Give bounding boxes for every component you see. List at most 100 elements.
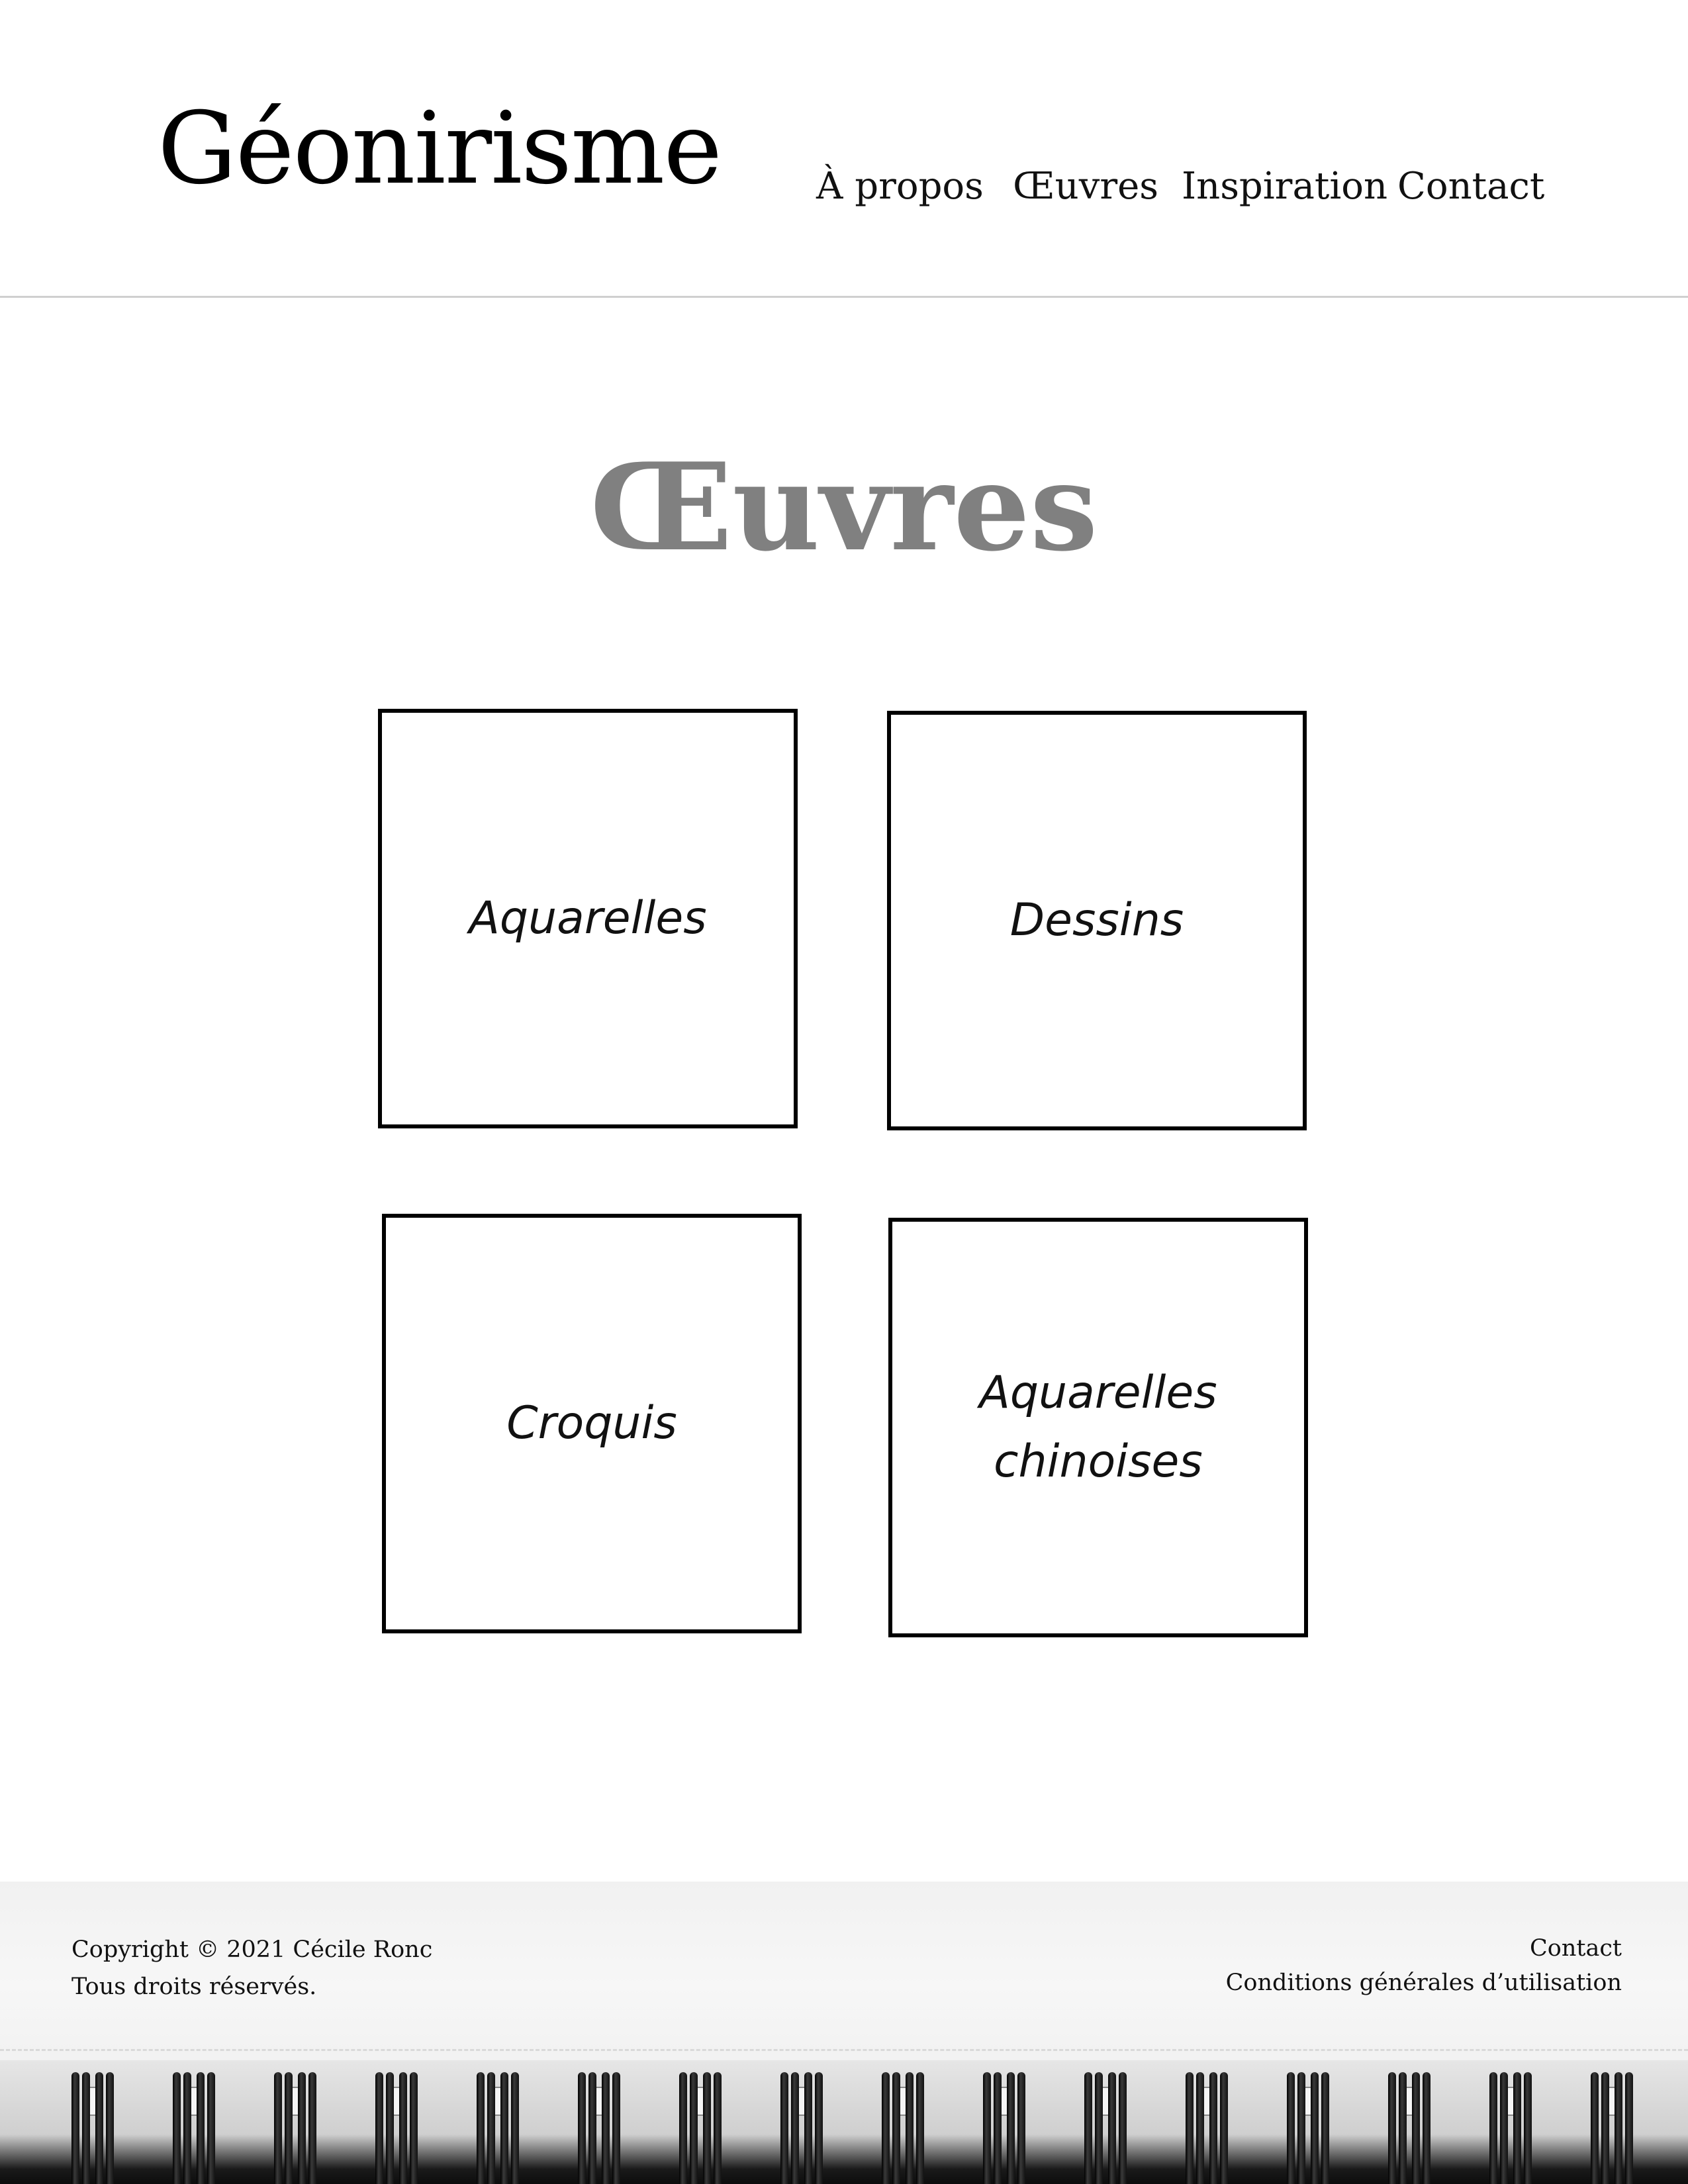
spiral-wire (983, 2072, 991, 2184)
spiral-ring (1287, 2072, 1331, 2184)
spiral-ring (1388, 2072, 1432, 2184)
spiral-ring (173, 2072, 216, 2184)
spiral-wire (916, 2072, 924, 2184)
spiral-wire (994, 2072, 1002, 2184)
spiral-wire (95, 2072, 103, 2184)
spiral-wire (1513, 2072, 1521, 2184)
spiral-wire (1108, 2072, 1116, 2184)
spiral-wire (71, 2072, 79, 2184)
nav-item-contact[interactable]: Contact (1397, 160, 1544, 213)
spiral-ring (983, 2072, 1027, 2184)
notebook-spiral-binding (0, 2060, 1688, 2184)
site-header: Géonirisme À propos Œuvres Inspiration C… (0, 0, 1688, 298)
spiral-ring (477, 2072, 520, 2184)
spiral-ring (780, 2072, 824, 2184)
nav-item-a-propos[interactable]: À propos (816, 160, 984, 213)
spiral-wire (386, 2072, 394, 2184)
spiral-wire (298, 2072, 306, 2184)
spiral-ring (1084, 2072, 1128, 2184)
spiral-ring (1489, 2072, 1533, 2184)
spiral-wire (375, 2072, 383, 2184)
spiral-wire (1423, 2072, 1430, 2184)
spiral-ring (1186, 2072, 1229, 2184)
spiral-wire (578, 2072, 586, 2184)
spiral-ring (1591, 2072, 1634, 2184)
card-label: Dessins (1009, 894, 1184, 946)
spiral-wire (882, 2072, 890, 2184)
footer-links: Contact Conditions générales d’utilisati… (1226, 1931, 1622, 2000)
spiral-wire (1625, 2072, 1633, 2184)
spiral-wire (1084, 2072, 1092, 2184)
card-aquarelles-chinoises[interactable]: Aquarelles chinoises (888, 1218, 1308, 1637)
card-label: Aquarelles (469, 892, 707, 944)
spiral-wire (612, 2072, 620, 2184)
card-aquarelles[interactable]: Aquarelles (378, 709, 798, 1128)
spiral-wire (1500, 2072, 1508, 2184)
spiral-wire (1388, 2072, 1396, 2184)
nav-item-oeuvres[interactable]: Œuvres (1013, 160, 1158, 213)
spiral-wire (714, 2072, 722, 2184)
site-footer: Copyright © 2021 Cécile Ronc Tous droits… (0, 1882, 1688, 2184)
spiral-ring (274, 2072, 318, 2184)
spiral-wire (183, 2072, 191, 2184)
spiral-wire (308, 2072, 316, 2184)
spiral-wire (1287, 2072, 1295, 2184)
footer-link-terms[interactable]: Conditions générales d’utilisation (1226, 1966, 1622, 2000)
spiral-wire (1119, 2072, 1127, 2184)
spiral-wire (1524, 2072, 1532, 2184)
spiral-wire (500, 2072, 508, 2184)
page: Géonirisme À propos Œuvres Inspiration C… (0, 0, 1688, 2184)
spiral-wire (906, 2072, 914, 2184)
card-dessins[interactable]: Dessins (887, 711, 1307, 1130)
spiral-wire (399, 2072, 407, 2184)
spiral-wire (804, 2072, 812, 2184)
paper-perforation (0, 2049, 1688, 2051)
nav-item-inspiration[interactable]: Inspiration (1182, 160, 1387, 213)
footer-rights: Tous droits réservés. (71, 1974, 317, 2000)
spiral-wire (487, 2072, 495, 2184)
spiral-wire (1489, 2072, 1497, 2184)
site-logo[interactable]: Géonirisme (158, 99, 722, 199)
page-title: Œuvres (590, 436, 1098, 578)
spiral-wire (410, 2072, 418, 2184)
spiral-wire (602, 2072, 610, 2184)
spiral-wire (1196, 2072, 1204, 2184)
spiral-ring (882, 2072, 925, 2184)
spiral-wire (1007, 2072, 1015, 2184)
spiral-wire (1095, 2072, 1103, 2184)
spiral-wire (1399, 2072, 1407, 2184)
card-croquis[interactable]: Croquis (382, 1214, 802, 1633)
spiral-wire (1321, 2072, 1329, 2184)
spiral-wire (815, 2072, 823, 2184)
spiral-wire (588, 2072, 596, 2184)
spiral-wire (690, 2072, 698, 2184)
spiral-wire (1615, 2072, 1622, 2184)
spiral-wire (173, 2072, 181, 2184)
spiral-wire (82, 2072, 90, 2184)
spiral-wire (1311, 2072, 1319, 2184)
spiral-wire (1220, 2072, 1228, 2184)
spiral-wire (207, 2072, 215, 2184)
spiral-ring (578, 2072, 622, 2184)
spiral-ring (679, 2072, 723, 2184)
spiral-wire (1297, 2072, 1305, 2184)
footer-copyright: Copyright © 2021 Cécile Ronc (71, 1936, 433, 1963)
spiral-wire (274, 2072, 282, 2184)
spiral-wire (703, 2072, 711, 2184)
spiral-wire (1412, 2072, 1420, 2184)
spiral-wire (780, 2072, 788, 2184)
footer-legal: Copyright © 2021 Cécile Ronc Tous droits… (71, 1931, 432, 2005)
spiral-wire (791, 2072, 799, 2184)
spiral-wire (285, 2072, 293, 2184)
spiral-wire (1017, 2072, 1025, 2184)
footer-link-contact[interactable]: Contact (1226, 1931, 1622, 1966)
spiral-wire (477, 2072, 485, 2184)
card-label: Aquarelles chinoises (979, 1367, 1217, 1488)
spiral-wire (1209, 2072, 1217, 2184)
spiral-ring (375, 2072, 419, 2184)
spiral-wire (1591, 2072, 1599, 2184)
spiral-wire (511, 2072, 519, 2184)
spiral-ring (71, 2072, 115, 2184)
spiral-wire (679, 2072, 687, 2184)
card-label: Croquis (506, 1397, 677, 1449)
